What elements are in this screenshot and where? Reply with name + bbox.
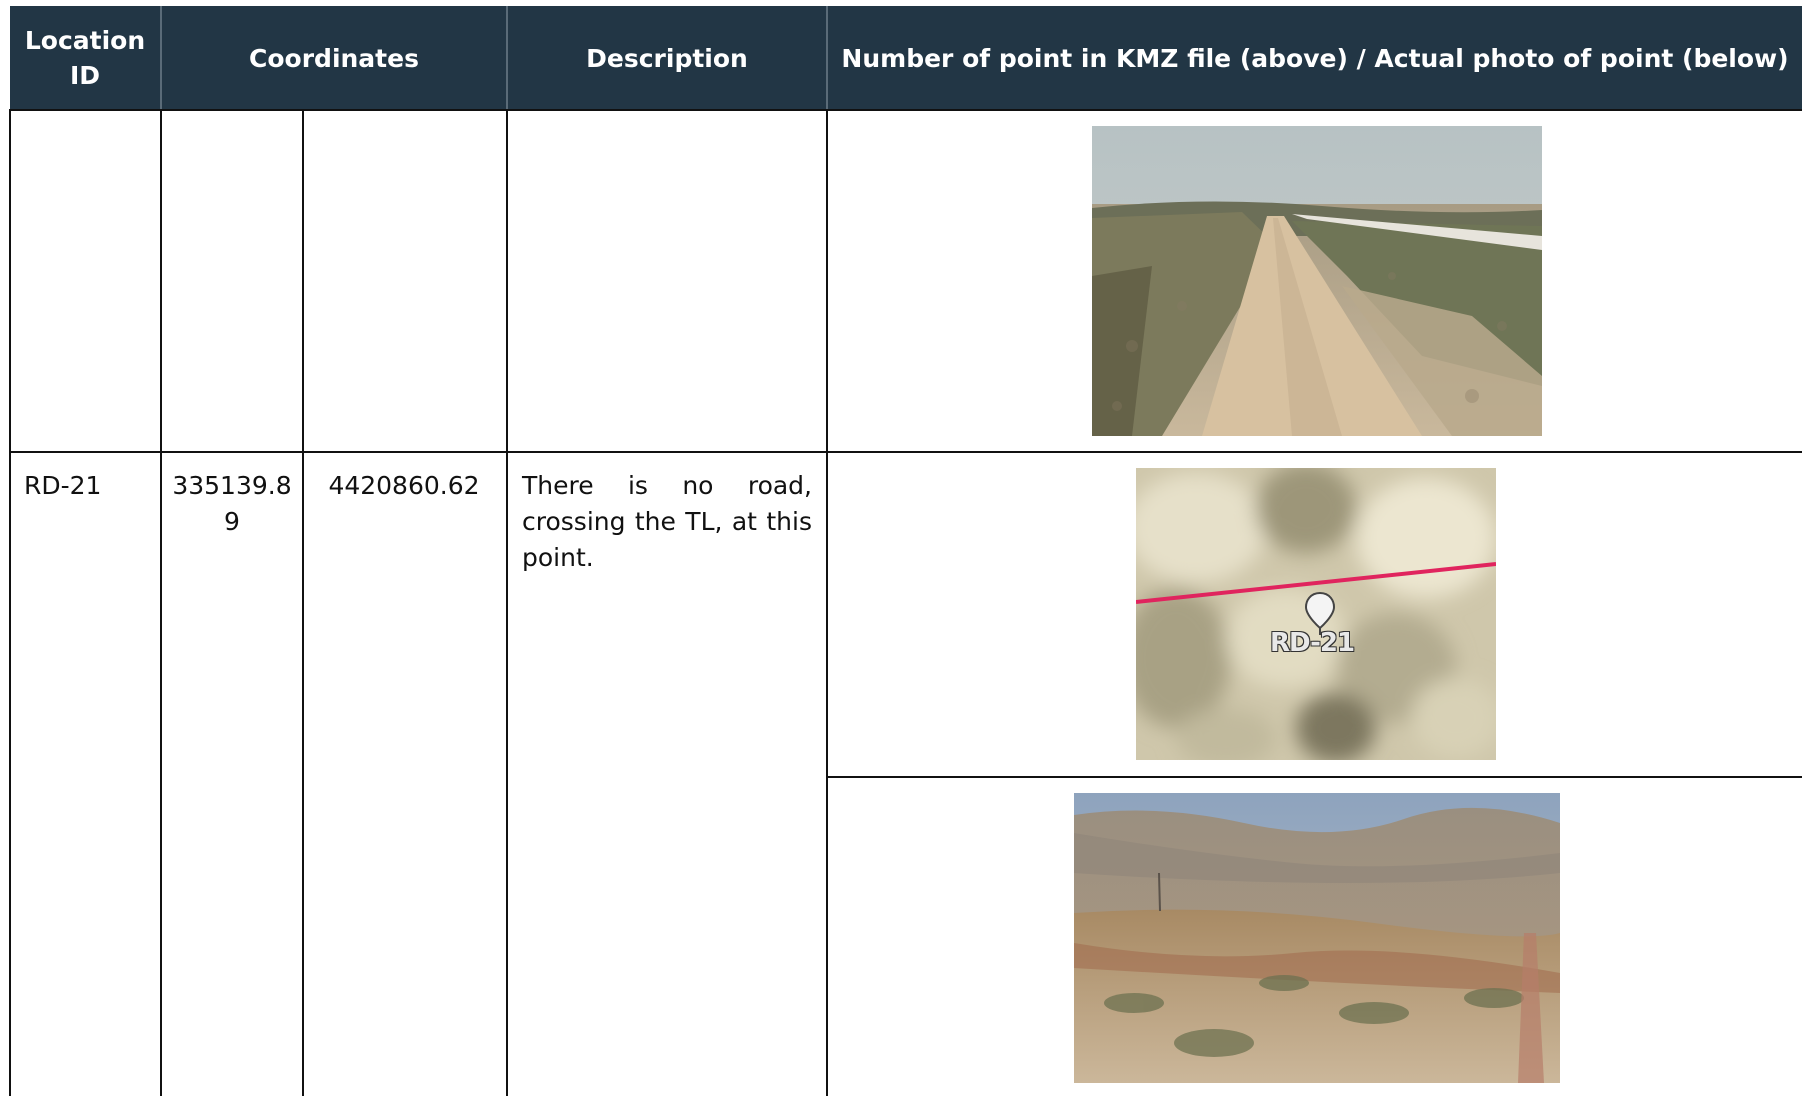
description-cell: There is no road, crossing the TL, at th… [522, 471, 812, 572]
header-description: Description [586, 43, 748, 73]
road-track-photo [1092, 126, 1542, 436]
location-id-cell: RD-21 [24, 471, 102, 500]
kmz-satellite-map: RD-21 [1136, 468, 1496, 760]
grid-line [9, 110, 11, 1096]
hillside-photo [1074, 793, 1560, 1083]
grid-line [9, 451, 1802, 453]
header-coordinates: Coordinates [249, 43, 419, 73]
header-media: Number of point in KMZ file (above) / Ac… [841, 43, 1789, 73]
grid-line [9, 109, 1802, 111]
coordinate-y-cell: 4420860.62 [328, 471, 480, 500]
grid-line [826, 776, 1802, 778]
kmz-point-label: RD-21 [1270, 628, 1355, 658]
coordinate-x-cell: 335139.8 9 [172, 471, 292, 536]
grid-line [506, 110, 508, 1096]
grid-line [826, 110, 828, 1096]
grid-line [302, 110, 304, 1096]
header-location-id: Location ID [24, 26, 146, 90]
survey-table: Location ID Coordinates Description Numb… [0, 0, 1802, 1096]
grid-line [160, 110, 162, 1096]
